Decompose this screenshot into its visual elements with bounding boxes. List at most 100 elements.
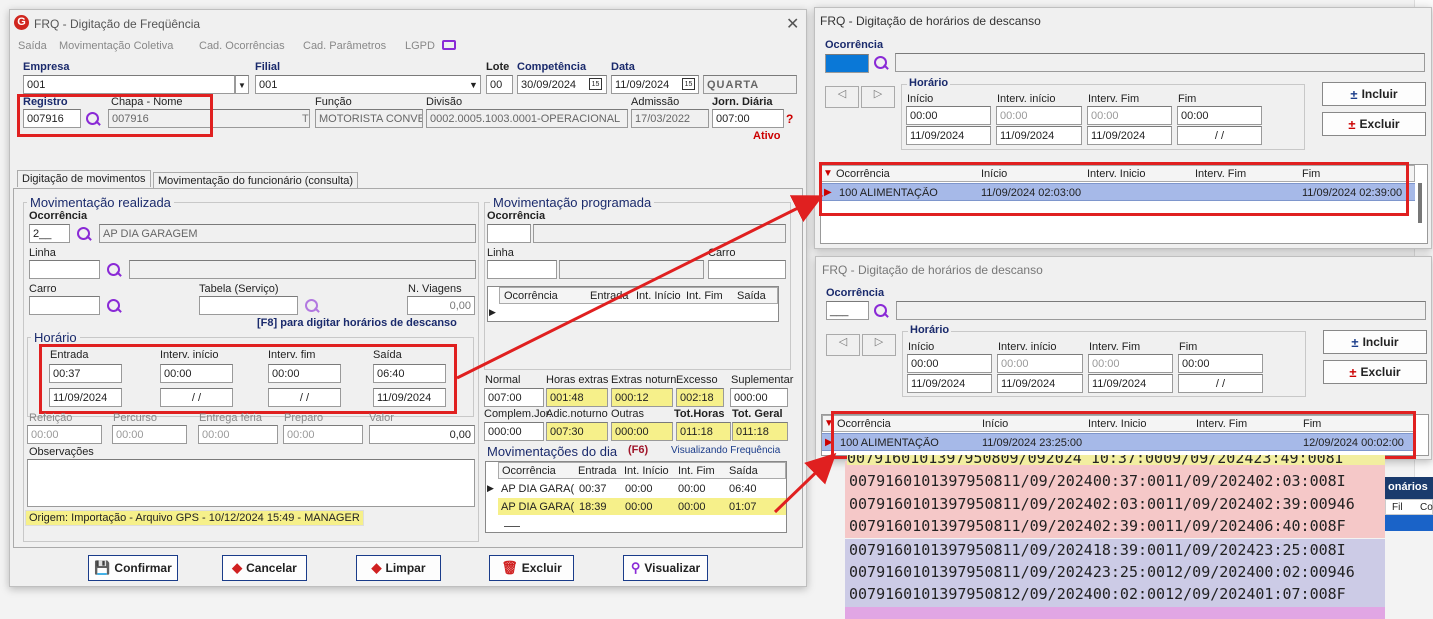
saida-date-input[interactable]: 11/09/2024 xyxy=(373,388,446,407)
menu-lgpd[interactable]: LGPD xyxy=(405,40,435,52)
menu-cad-ocorrencias[interactable]: Cad. Ocorrências xyxy=(199,40,285,52)
dia-row2-ocorrencia[interactable]: AP DIA GARA( xyxy=(501,501,574,513)
entrada-date-input[interactable]: 11/09/2024 xyxy=(49,388,122,407)
dlg1-incluir-button[interactable]: ± Incluir xyxy=(1322,82,1426,106)
totgeral-label: Tot. Geral xyxy=(732,408,783,420)
dlg2-ocorrencia-desc xyxy=(896,301,1426,320)
dlg2-row-fim[interactable]: 12/09/2024 00:02:00 xyxy=(1303,437,1404,449)
search-icon[interactable] xyxy=(77,227,91,241)
help-icon[interactable]: ? xyxy=(786,112,793,126)
tab-movimentacao-funcionario[interactable]: Movimentação do funcionário (consulta) xyxy=(153,172,359,189)
empresa-select[interactable]: 001 xyxy=(23,75,235,94)
dia-row1-int-fim[interactable]: 00:00 xyxy=(678,483,706,495)
interv-fim-time-input[interactable]: 00:00 xyxy=(268,364,341,383)
dlg1-fim-input[interactable]: 00:00 xyxy=(1177,106,1262,125)
observacoes-textarea[interactable] xyxy=(27,459,475,507)
close-icon[interactable]: ✕ xyxy=(786,14,799,34)
entrega-input[interactable]: 00:00 xyxy=(198,425,278,444)
confirmar-button[interactable]: 💾 Confirmar xyxy=(88,555,178,581)
cancelar-button[interactable]: ◆ Cancelar xyxy=(222,555,307,581)
dlg2-incluir-button[interactable]: ± Incluir xyxy=(1323,330,1427,354)
limpar-button[interactable]: ◆ Limpar xyxy=(356,555,441,581)
next-icon[interactable]: ▷ xyxy=(861,86,895,108)
ocorrencia-desc-field: AP DIA GARAGEM xyxy=(99,224,476,243)
search-icon[interactable] xyxy=(107,299,121,313)
refeicao-input[interactable]: 00:00 xyxy=(27,425,102,444)
dlg1-ivi-date[interactable]: 11/09/2024 xyxy=(996,126,1082,145)
prog-linha-input[interactable] xyxy=(487,260,557,279)
search-icon[interactable] xyxy=(874,56,888,70)
dlg2-inicio-input[interactable]: 00:00 xyxy=(907,354,992,373)
filial-select[interactable]: 001 xyxy=(255,75,481,94)
percurso-input[interactable]: 00:00 xyxy=(112,425,187,444)
registro-input[interactable]: 007916 xyxy=(23,109,81,128)
dlg1-row-fim[interactable]: 11/09/2024 02:39:00 xyxy=(1302,187,1402,199)
tabela-input[interactable] xyxy=(199,296,298,315)
dia-row2-int-fim[interactable]: 00:00 xyxy=(678,501,706,513)
search-icon[interactable] xyxy=(305,299,319,313)
search-icon[interactable] xyxy=(86,112,100,126)
prog-ocorrencia-input[interactable] xyxy=(487,224,531,243)
dlg1-inicio-input[interactable]: 00:00 xyxy=(906,106,991,125)
dia-row2-entrada[interactable]: 18:39 xyxy=(579,501,607,513)
tab-digitacao[interactable]: Digitação de movimentos xyxy=(17,170,151,187)
dlg2-ivi-date[interactable]: 11/09/2024 xyxy=(997,374,1083,393)
dia-row1-ocorrencia[interactable]: AP DIA GARA( xyxy=(501,483,574,495)
dlg1-ivf-input[interactable]: 00:00 xyxy=(1087,106,1172,125)
prev-icon[interactable]: ◁ xyxy=(825,86,859,108)
lote-input[interactable]: 00 xyxy=(486,75,513,94)
dlg2-excluir-button[interactable]: ± Excluir xyxy=(1323,360,1427,384)
dlg1-fim-date[interactable]: / / xyxy=(1177,126,1262,145)
prev-icon[interactable]: ◁ xyxy=(826,334,860,356)
dia-row2-int-inicio[interactable]: 00:00 xyxy=(625,501,653,513)
filial-dropdown-icon[interactable]: ▼ xyxy=(469,80,478,90)
dlg1-ocorrencia-input[interactable] xyxy=(825,54,869,73)
next-icon[interactable]: ▷ xyxy=(862,334,896,356)
dlg1-horario-label: Horário xyxy=(907,77,951,89)
dlg1-ivf-date[interactable]: 11/09/2024 xyxy=(1087,126,1172,145)
interv-inicio-date-input[interactable]: / / xyxy=(160,388,233,407)
prog-carro-input[interactable] xyxy=(708,260,786,279)
calendar-icon[interactable]: 15 xyxy=(682,78,695,90)
dlg2-ivi-input[interactable]: 00:00 xyxy=(997,354,1083,373)
interv-inicio-time-input[interactable]: 00:00 xyxy=(160,364,233,383)
calendar-icon[interactable]: 15 xyxy=(589,78,602,90)
interv-fim-date-input[interactable]: / / xyxy=(268,388,341,407)
dlg2-inicio-date[interactable]: 11/09/2024 xyxy=(907,374,992,393)
monitor-icon[interactable] xyxy=(442,40,456,50)
dlg2-ocorrencia-input[interactable]: ___ xyxy=(826,301,869,320)
dlg1-excluir-button[interactable]: ± Excluir xyxy=(1322,112,1426,136)
visualizar-button[interactable]: ⚲ Visualizar xyxy=(623,555,708,581)
dlg2-ivf-input[interactable]: 00:00 xyxy=(1088,354,1173,373)
entrada-time-input[interactable]: 00:37 xyxy=(49,364,122,383)
empresa-dropdown-icon[interactable]: ▼ xyxy=(235,75,249,94)
dlg2-fim-input[interactable]: 00:00 xyxy=(1178,354,1263,373)
dlg2-row-inicio[interactable]: 11/09/2024 23:25:00 xyxy=(982,437,1082,449)
carro-input[interactable] xyxy=(29,296,100,315)
dlg2-row-ocorrencia[interactable]: 100 ALIMENTAÇÃO xyxy=(840,437,939,449)
menu-cad-parametros[interactable]: Cad. Parâmetros xyxy=(303,40,386,52)
dlg1-row-inicio[interactable]: 11/09/2024 02:03:00 xyxy=(981,187,1081,199)
ocorrencia-code-input[interactable]: 2__ xyxy=(29,224,70,243)
dlg1-ivi-input[interactable]: 00:00 xyxy=(996,106,1082,125)
preparo-input[interactable]: 00:00 xyxy=(283,425,363,444)
dlg2-ivf-date[interactable]: 11/09/2024 xyxy=(1088,374,1173,393)
viagens-input[interactable]: 0,00 xyxy=(407,296,475,315)
dlg1-inicio-date[interactable]: 11/09/2024 xyxy=(906,126,991,145)
menu-saida[interactable]: Saída xyxy=(18,40,47,52)
search-icon[interactable] xyxy=(107,263,121,277)
scrollbar[interactable] xyxy=(1418,183,1422,223)
search-icon[interactable] xyxy=(874,304,888,318)
valor-input[interactable]: 0,00 xyxy=(369,425,475,444)
dlg2-fim-date[interactable]: / / xyxy=(1178,374,1263,393)
excluir-button[interactable]: 🗑 Excluir xyxy=(489,555,574,581)
menu-movimentacao-coletiva[interactable]: Movimentação Coletiva xyxy=(59,40,173,52)
dia-row1-entrada[interactable]: 00:37 xyxy=(579,483,607,495)
dia-row1-int-inicio[interactable]: 00:00 xyxy=(625,483,653,495)
jorn-diaria-input[interactable]: 007:00 xyxy=(712,109,784,128)
dlg1-row-ocorrencia[interactable]: 100 ALIMENTAÇÃO xyxy=(839,187,938,199)
linha-input[interactable] xyxy=(29,260,100,279)
saida-time-input[interactable]: 06:40 xyxy=(373,364,446,383)
dia-row1-saida[interactable]: 06:40 xyxy=(729,483,757,495)
dia-row2-saida[interactable]: 01:07 xyxy=(729,501,757,513)
